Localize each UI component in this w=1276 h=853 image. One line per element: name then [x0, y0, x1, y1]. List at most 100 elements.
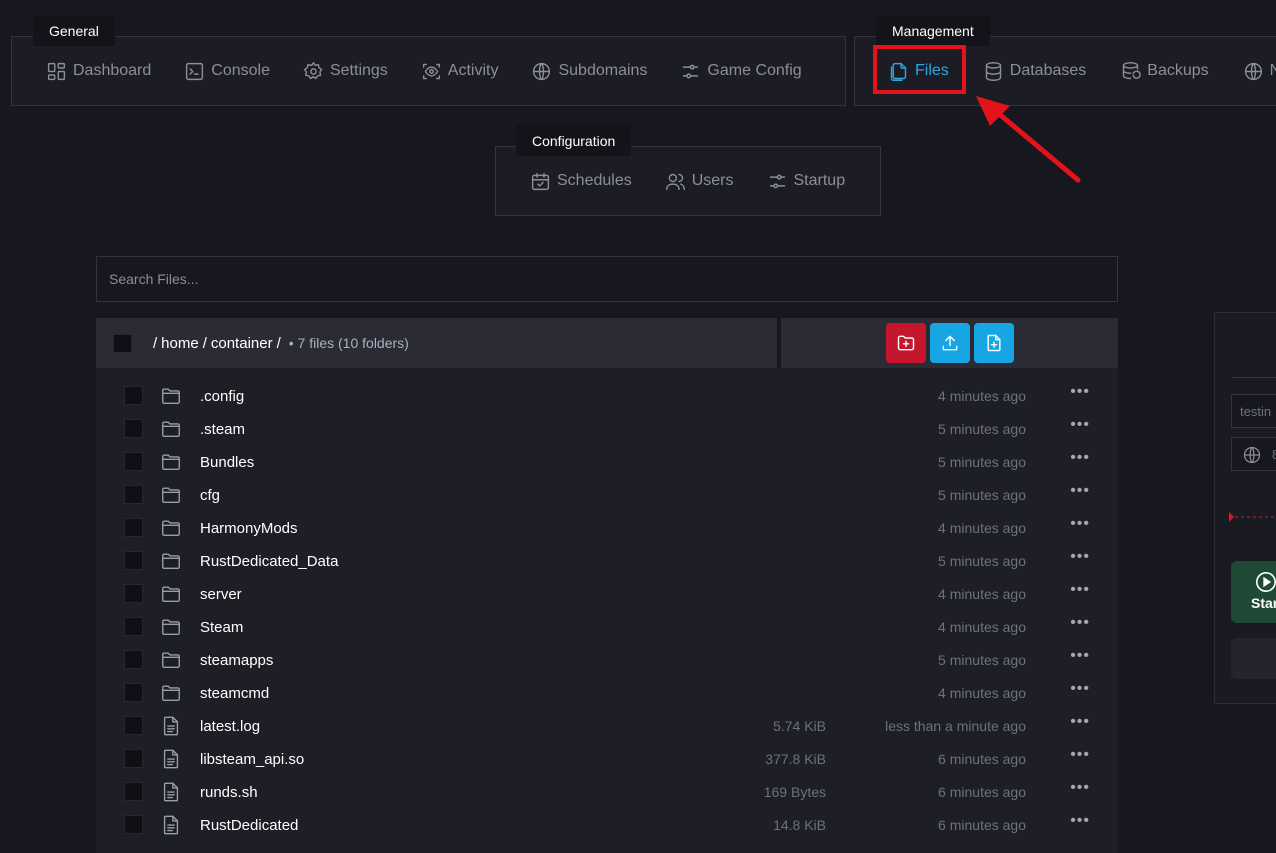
- nav-item-console[interactable]: Console: [184, 61, 270, 82]
- file-modified: 5 minutes ago: [938, 487, 1026, 503]
- row-more-button[interactable]: •••: [1070, 515, 1090, 533]
- nav-item-settings[interactable]: Settings: [303, 61, 388, 82]
- breadcrumb-separator: /: [153, 334, 158, 352]
- nav-item-databases[interactable]: Databases: [983, 61, 1086, 82]
- folder-row[interactable]: Steam 4 minutes ago •••: [96, 610, 1118, 643]
- file-name[interactable]: steamapps: [200, 652, 273, 669]
- folder-row[interactable]: RustDedicated_Data 5 minutes ago •••: [96, 544, 1118, 577]
- nav-item-label: Startup: [793, 172, 846, 189]
- file-size: 14.8 KiB: [773, 817, 826, 833]
- row-checkbox[interactable]: [124, 815, 143, 834]
- start-button[interactable]: Star: [1231, 561, 1276, 623]
- nav-item-network[interactable]: N: [1243, 61, 1276, 82]
- file-modified: 6 minutes ago: [938, 784, 1026, 800]
- row-checkbox[interactable]: [124, 650, 143, 669]
- select-all-checkbox[interactable]: [113, 333, 132, 353]
- file-name[interactable]: RustDedicated_Data: [200, 553, 338, 570]
- file-name[interactable]: Bundles: [200, 454, 254, 471]
- file-row[interactable]: libsteam_api.so 377.8 KiB 6 minutes ago •••: [96, 742, 1118, 775]
- row-more-button[interactable]: •••: [1070, 812, 1090, 830]
- row-checkbox[interactable]: [124, 683, 143, 702]
- row-checkbox[interactable]: [124, 782, 143, 801]
- nav-item-game-config[interactable]: Game Config: [680, 61, 802, 82]
- row-more-button[interactable]: •••: [1070, 713, 1090, 731]
- file-actions-bar: [781, 318, 1118, 368]
- row-more-button[interactable]: •••: [1070, 581, 1090, 599]
- side-panel-button[interactable]: [1231, 638, 1276, 679]
- file-name[interactable]: .steam: [200, 421, 245, 438]
- folder-row[interactable]: .steam 5 minutes ago •••: [96, 412, 1118, 445]
- server-name-field[interactable]: testin: [1231, 394, 1276, 428]
- server-address-field[interactable]: 8: [1231, 437, 1276, 471]
- row-more-button[interactable]: •••: [1070, 383, 1090, 401]
- file-modified: less than a minute ago: [885, 718, 1026, 734]
- nav-item-users[interactable]: Users: [665, 171, 734, 192]
- file-row[interactable]: runds.sh 169 Bytes 6 minutes ago •••: [96, 775, 1118, 808]
- folder-row[interactable]: .config 4 minutes ago •••: [96, 379, 1118, 412]
- folder-row[interactable]: server 4 minutes ago •••: [96, 577, 1118, 610]
- nav-item-files[interactable]: Files: [888, 61, 949, 82]
- row-more-button[interactable]: •••: [1070, 746, 1090, 764]
- nav-item-schedules[interactable]: Schedules: [530, 171, 632, 192]
- sliders-icon: [683, 64, 699, 78]
- nav-item-dashboard[interactable]: Dashboard: [46, 61, 151, 82]
- folder-icon: [162, 454, 180, 471]
- file-name[interactable]: cfg: [200, 487, 220, 504]
- file-name[interactable]: runds.sh: [200, 784, 258, 801]
- folder-row[interactable]: steamcmd 4 minutes ago •••: [96, 676, 1118, 709]
- file-size: 5.74 KiB: [773, 718, 826, 734]
- folder-row[interactable]: HarmonyMods 4 minutes ago •••: [96, 511, 1118, 544]
- folder-row[interactable]: steamapps 5 minutes ago •••: [96, 643, 1118, 676]
- row-checkbox[interactable]: [124, 551, 143, 570]
- row-checkbox[interactable]: [124, 485, 143, 504]
- file-row[interactable]: RustDedicated 14.8 KiB 6 minutes ago •••: [96, 808, 1118, 841]
- file-name[interactable]: HarmonyMods: [200, 520, 298, 537]
- nav-item-label: Activity: [447, 62, 499, 79]
- file-name[interactable]: RustDedicated: [200, 817, 298, 834]
- row-checkbox[interactable]: [124, 584, 143, 603]
- breadcrumb-item-container[interactable]: container: [211, 335, 273, 352]
- globe-icon: [533, 62, 551, 80]
- row-checkbox[interactable]: [124, 419, 143, 438]
- row-checkbox[interactable]: [124, 386, 143, 405]
- search-input[interactable]: [96, 256, 1118, 302]
- file-name[interactable]: .config: [200, 388, 244, 405]
- folder-row[interactable]: cfg 5 minutes ago •••: [96, 478, 1118, 511]
- new-file-button[interactable]: [973, 323, 1014, 363]
- row-checkbox[interactable]: [124, 518, 143, 537]
- row-more-button[interactable]: •••: [1070, 548, 1090, 566]
- row-more-button[interactable]: •••: [1070, 449, 1090, 467]
- nav-item-backups[interactable]: Backups: [1120, 61, 1209, 82]
- file-name[interactable]: libsteam_api.so: [200, 751, 304, 768]
- row-more-button[interactable]: •••: [1070, 647, 1090, 665]
- row-checkbox[interactable]: [124, 749, 143, 768]
- file-browser-header: / home / container / • 7 files (10 folders): [96, 318, 777, 368]
- file-icon: [163, 815, 179, 835]
- file-row[interactable]: latest.log 5.74 KiB less than a minute ago…: [96, 709, 1118, 742]
- annotation-arrow-icon: [976, 96, 1081, 183]
- row-checkbox[interactable]: [124, 617, 143, 636]
- nav-item-subdomains[interactable]: Subdomains: [531, 61, 647, 82]
- file-icon: [160, 715, 182, 737]
- folder-icon: [160, 616, 182, 638]
- sliders-icon: [769, 174, 785, 188]
- file-name[interactable]: steamcmd: [200, 685, 269, 702]
- new-folder-button[interactable]: [885, 323, 926, 363]
- nav-item-startup[interactable]: Startup: [767, 171, 846, 192]
- file-name[interactable]: latest.log: [200, 718, 260, 735]
- upload-button[interactable]: [929, 323, 970, 363]
- row-more-button[interactable]: •••: [1070, 680, 1090, 698]
- row-more-button[interactable]: •••: [1070, 482, 1090, 500]
- folder-icon: [162, 553, 180, 570]
- file-name[interactable]: server: [200, 586, 242, 603]
- row-more-button[interactable]: •••: [1070, 416, 1090, 434]
- row-more-button[interactable]: •••: [1070, 614, 1090, 632]
- row-checkbox[interactable]: [124, 716, 143, 735]
- file-modified: 5 minutes ago: [938, 454, 1026, 470]
- row-checkbox[interactable]: [124, 452, 143, 471]
- file-name[interactable]: Steam: [200, 619, 243, 636]
- breadcrumb-item-home[interactable]: home: [161, 335, 199, 352]
- row-more-button[interactable]: •••: [1070, 779, 1090, 797]
- nav-item-activity[interactable]: Activity: [421, 61, 499, 82]
- folder-row[interactable]: Bundles 5 minutes ago •••: [96, 445, 1118, 478]
